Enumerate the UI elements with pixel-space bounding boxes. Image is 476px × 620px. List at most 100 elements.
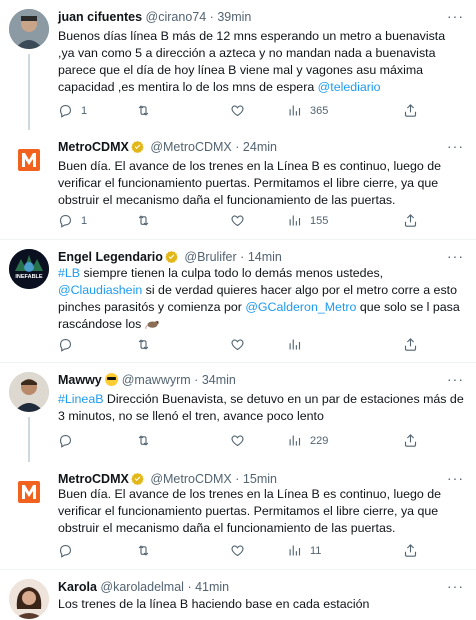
verified-badge-icon: [165, 250, 178, 263]
reply-icon: [59, 434, 72, 448]
reply-button[interactable]: 1: [58, 103, 87, 118]
tweet-header: MetroCDMX @MetroCDMX · 24min: [58, 140, 277, 155]
hashtag-link[interactable]: #LineaB: [58, 392, 103, 406]
reply-button[interactable]: [58, 337, 81, 352]
avatar-label: INEFABLE: [15, 274, 43, 280]
views-button[interactable]: 155: [287, 213, 328, 228]
mention-link[interactable]: @Claudiashein: [58, 283, 142, 297]
retweet-icon: [138, 215, 149, 226]
reply-button[interactable]: 1: [58, 213, 87, 228]
share-button[interactable]: [403, 337, 418, 352]
tweet-mawwy[interactable]: Mawwy @mawwyrm · 34min ··· #LineaB Direc…: [0, 363, 476, 462]
view-count: 365: [310, 104, 329, 117]
author-name[interactable]: MetroCDMX: [58, 472, 129, 486]
tweet-feed: juan cifuentes @cirano74 · 39min ··· Bue…: [0, 0, 476, 620]
like-button[interactable]: [230, 543, 253, 558]
share-icon: [404, 544, 417, 557]
retweet-icon: [138, 339, 149, 350]
tweet-juan[interactable]: juan cifuentes @cirano74 · 39min ··· Bue…: [0, 0, 476, 130]
author-name[interactable]: Mawwy: [58, 373, 102, 387]
sunglasses-emoji-icon: [105, 373, 119, 386]
author-handle[interactable]: @cirano74: [146, 10, 207, 24]
share-icon: [404, 434, 417, 447]
heart-icon: [231, 105, 244, 117]
retweet-button[interactable]: [136, 213, 159, 228]
share-button[interactable]: [403, 213, 418, 228]
timestamp[interactable]: 15min: [243, 472, 277, 486]
share-button[interactable]: [403, 433, 418, 448]
tweet-actions: 1 155: [58, 213, 458, 229]
thread-line: [28, 417, 30, 462]
timestamp[interactable]: 34min: [202, 373, 236, 387]
retweet-button[interactable]: [136, 337, 159, 352]
mention-link[interactable]: @GCalderon_Metro: [245, 300, 356, 314]
avatar[interactable]: [9, 9, 49, 49]
tweet-metrocdmx-reply-2[interactable]: MetroCDMX @MetroCDMX · 15min ··· Buen dí…: [0, 462, 476, 570]
author-name[interactable]: Engel Legendario: [58, 250, 163, 264]
like-button[interactable]: [230, 433, 253, 448]
metro-logo-icon: [18, 149, 40, 171]
mention-link[interactable]: @telediario: [318, 80, 381, 94]
more-icon[interactable]: ···: [447, 371, 464, 387]
views-button[interactable]: 11: [287, 543, 321, 558]
author-name[interactable]: juan cifuentes: [58, 10, 142, 24]
heart-icon: [231, 339, 244, 351]
more-icon[interactable]: ···: [447, 578, 464, 594]
thread-line: [28, 54, 30, 130]
avatar[interactable]: [9, 579, 49, 619]
avatar[interactable]: [9, 372, 49, 412]
hashtag-link[interactable]: #LB: [58, 266, 80, 280]
retweet-button[interactable]: [136, 543, 159, 558]
like-button[interactable]: [230, 213, 253, 228]
tweet-text: #LineaB Dirección Buenavista, se detuvo …: [58, 392, 464, 423]
views-button[interactable]: [287, 337, 310, 352]
share-button[interactable]: [403, 543, 418, 558]
retweet-button[interactable]: [136, 103, 159, 118]
more-icon[interactable]: ···: [447, 248, 464, 264]
author-name[interactable]: Karola: [58, 580, 97, 594]
tweet-actions: 1 365: [58, 103, 458, 119]
timestamp[interactable]: 41min: [195, 580, 229, 594]
views-icon: [289, 435, 301, 446]
separator: ·: [194, 373, 199, 387]
author-handle[interactable]: @MetroCDMX: [150, 140, 231, 154]
tweet-karola[interactable]: Karola @karoladelmal · 41min ··· Los tre…: [0, 570, 476, 620]
author-handle[interactable]: @karoladelmal: [100, 580, 184, 594]
share-button[interactable]: [403, 103, 418, 118]
avatar[interactable]: [9, 139, 49, 179]
reply-count: 1: [81, 214, 88, 227]
reply-button[interactable]: [58, 543, 81, 558]
author-name[interactable]: MetroCDMX: [58, 140, 129, 154]
avatar[interactable]: [9, 471, 49, 511]
tweet-actions: [58, 337, 458, 353]
tweet-engel[interactable]: INEFABLE Engel Legendario @Brulifer · 14…: [0, 240, 476, 363]
tweet-metrocdmx-reply-1[interactable]: MetroCDMX @MetroCDMX · 24min ··· Buen dí…: [0, 130, 476, 240]
views-button[interactable]: 365: [287, 103, 328, 118]
author-handle[interactable]: @Brulifer: [184, 250, 236, 264]
author-handle[interactable]: @mawwyrm: [122, 373, 191, 387]
views-button[interactable]: 229: [287, 433, 328, 448]
more-icon[interactable]: ···: [447, 8, 464, 24]
verified-badge-icon: [131, 472, 144, 485]
more-icon[interactable]: ···: [447, 138, 464, 154]
like-button[interactable]: [230, 103, 253, 118]
reply-button[interactable]: [58, 433, 81, 448]
avatar[interactable]: INEFABLE: [9, 249, 49, 289]
views-icon: [289, 215, 301, 226]
timestamp[interactable]: 14min: [248, 250, 282, 264]
verified-badge-icon: [131, 140, 144, 153]
more-icon[interactable]: ···: [447, 470, 464, 486]
metro-logo-icon: [18, 481, 40, 503]
tweet-header: Engel Legendario @Brulifer · 14min: [58, 250, 282, 265]
reply-count: 1: [81, 104, 88, 117]
timestamp[interactable]: 24min: [243, 140, 277, 154]
share-icon: [404, 104, 417, 117]
like-button[interactable]: [230, 337, 253, 352]
retweet-icon: [138, 545, 149, 556]
retweet-button[interactable]: [136, 433, 159, 448]
tweet-text: Buen día. El avance de los trenes en la …: [58, 159, 442, 207]
tweet-actions: 229: [58, 433, 458, 449]
author-handle[interactable]: @MetroCDMX: [150, 472, 231, 486]
tweet-actions: 11: [58, 543, 458, 559]
timestamp[interactable]: 39min: [217, 10, 251, 24]
